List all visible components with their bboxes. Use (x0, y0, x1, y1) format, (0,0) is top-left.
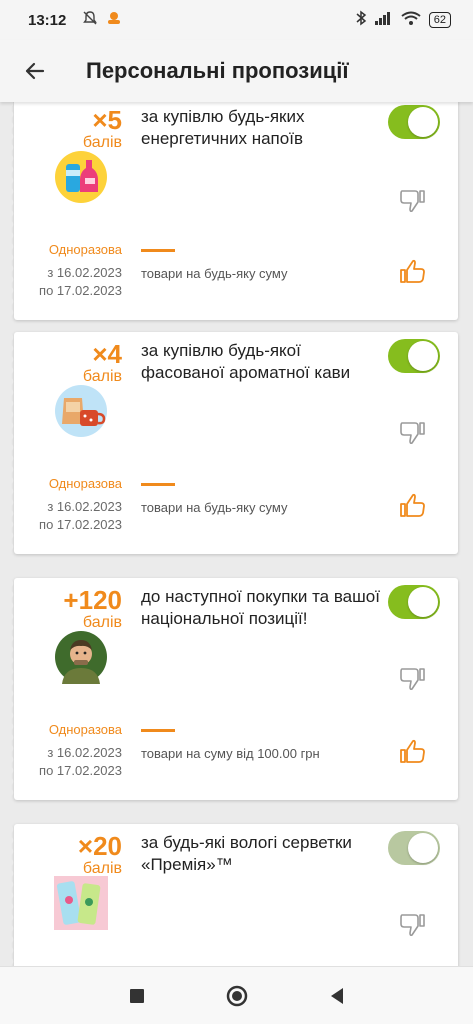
points-multiplier: +120 (63, 585, 122, 615)
date-to: по 17.02.2023 (39, 283, 122, 298)
coffee-icon (55, 385, 107, 437)
offer-frequency: Одноразова (48, 242, 122, 257)
offer-card: ×4 балів за купівлю будь-якої фасованої … (9, 332, 458, 554)
page-title: Персональні пропозиції (86, 58, 349, 83)
offer-frequency: Одноразова (48, 476, 122, 491)
offer-condition: товари на суму від 100.00 грн (141, 746, 320, 761)
thumbs-down-icon (400, 914, 425, 937)
points-badge: ×5 балів (83, 106, 122, 152)
offer-description: за будь-які вологі серветки «Премія»™ (141, 833, 352, 874)
thumbs-down-icon (400, 190, 425, 213)
offer-card: ×5 балів за купівлю будь-яких енергетичн… (9, 102, 458, 320)
bluetooth-icon (355, 10, 367, 30)
thumbs-up-icon (400, 739, 425, 763)
triangle-back-icon (330, 987, 343, 1004)
offer-condition: товари на будь-яку суму (141, 500, 288, 515)
offer-dates: з 16.02.2023 по 17.02.2023 (24, 498, 122, 534)
offer-description: за купівлю будь-якої фасованої ароматної… (141, 341, 351, 382)
back-arrow-icon (25, 62, 45, 80)
points-multiplier: ×5 (92, 105, 122, 135)
offer-card: +120 балів до наступної покупки та вашої… (9, 578, 458, 800)
offer-condition: товари на будь-яку суму (141, 266, 288, 281)
back-button[interactable] (0, 40, 70, 102)
offer-toggle[interactable] (388, 585, 440, 619)
energy-drinks-icon (55, 151, 107, 203)
like-button[interactable] (398, 258, 426, 286)
offers-list[interactable]: ×5 балів за купівлю будь-яких енергетичн… (0, 102, 473, 966)
circle-icon (226, 985, 247, 1006)
system-nav-bar (0, 966, 473, 1024)
points-multiplier: ×20 (77, 831, 122, 861)
offer-dates: з 16.02.2023 по 17.02.2023 (24, 744, 122, 780)
offer-description: за купівлю будь-яких енергетичних напоїв (141, 107, 305, 148)
like-button[interactable] (398, 738, 426, 766)
dislike-button[interactable] (398, 910, 426, 938)
dislike-button[interactable] (398, 664, 426, 692)
recents-button[interactable] (122, 981, 152, 1011)
square-icon (129, 988, 144, 1003)
clock: 13:12 (28, 11, 67, 29)
orange-divider (141, 249, 175, 252)
soldier-avatar-icon (55, 631, 107, 684)
app-notification-icon (106, 10, 122, 30)
app-bar: Персональні пропозиції (0, 40, 473, 102)
thumbs-up-icon (400, 259, 425, 283)
thumbs-up-icon (400, 493, 425, 517)
home-button[interactable] (222, 981, 252, 1011)
date-from: з 16.02.2023 (47, 265, 122, 280)
points-badge: ×20 балів (78, 832, 122, 878)
date-to: по 17.02.2023 (39, 517, 122, 532)
wet-wipes-icon (54, 876, 108, 930)
date-from: з 16.02.2023 (47, 745, 122, 760)
battery-indicator: 62 (428, 12, 451, 28)
status-bar: 13:12 62 (0, 0, 473, 40)
orange-divider (141, 483, 175, 486)
dislike-button[interactable] (398, 186, 426, 214)
offer-card: ×20 балів за будь-які вологі серветки «П… (9, 824, 458, 966)
offer-frequency: Одноразова (48, 722, 122, 737)
like-button[interactable] (398, 492, 426, 520)
thumbs-down-icon (400, 422, 425, 445)
date-to: по 17.02.2023 (39, 763, 122, 778)
offer-dates: з 16.02.2023 по 17.02.2023 (24, 264, 122, 300)
offer-toggle[interactable] (388, 105, 440, 139)
points-multiplier: ×4 (92, 339, 122, 369)
offer-toggle[interactable] (388, 831, 440, 865)
date-from: з 16.02.2023 (47, 499, 122, 514)
dislike-button[interactable] (398, 418, 426, 446)
wifi-icon (401, 11, 421, 29)
orange-divider (141, 729, 175, 732)
points-badge: ×4 балів (83, 340, 122, 386)
mute-bell-icon (82, 10, 98, 30)
signal-icon (374, 11, 393, 29)
points-badge: +120 балів (63, 586, 122, 632)
offer-description: до наступної покупки та вашої національн… (141, 587, 380, 628)
system-back-button[interactable] (322, 981, 352, 1011)
offer-toggle[interactable] (388, 339, 440, 373)
thumbs-down-icon (400, 668, 425, 691)
